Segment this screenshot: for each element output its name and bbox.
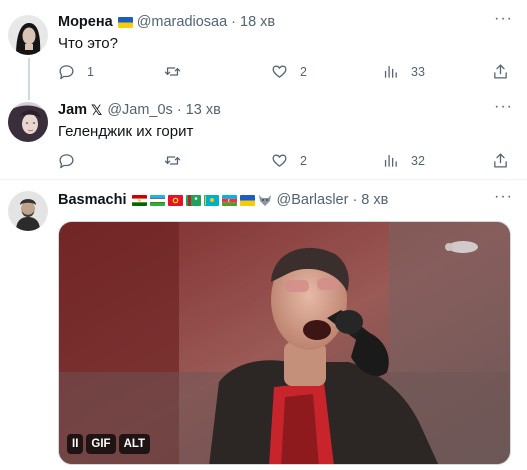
gif-frame-image — [59, 222, 510, 464]
views-button[interactable]: 32 — [382, 152, 425, 169]
more-options-icon[interactable]: ··· — [494, 188, 513, 206]
avatar-image — [8, 15, 48, 55]
tweet-text: Что это? — [58, 35, 118, 52]
author-name[interactable]: Морена — [58, 14, 113, 30]
reply-icon — [59, 65, 74, 80]
gif-media[interactable]: II GIF ALT — [58, 221, 511, 465]
author-handle[interactable]: @Jam_0s — [107, 102, 173, 118]
author-handle[interactable]: @maradiosaa — [137, 14, 227, 30]
views-icon — [384, 65, 397, 78]
share-button[interactable] — [492, 63, 509, 80]
pause-button[interactable]: II — [67, 434, 84, 454]
like-count: 2 — [300, 64, 307, 79]
share-icon — [494, 64, 507, 79]
view-count: 33 — [411, 64, 425, 79]
more-options-icon[interactable]: ··· — [494, 10, 513, 28]
media-badges: II GIF ALT — [67, 434, 151, 454]
like-count: 2 — [300, 153, 307, 168]
ukraine-flag-icon — [239, 194, 255, 206]
tweet-header: Jam 𝕏 @Jam_0s · 13 хв — [58, 100, 221, 120]
kazakhstan-flag-icon — [203, 194, 219, 206]
kyrgyzstan-flag-icon — [167, 194, 183, 206]
gif-badge: GIF — [86, 434, 116, 454]
separator-dot: · — [231, 14, 237, 30]
tweet-header: Basmachi @Barlasler · 8 хв — [58, 190, 388, 210]
timestamp[interactable]: 18 хв — [240, 14, 275, 30]
x-logo-icon: 𝕏 — [91, 101, 103, 118]
tweet-header: Морена @maradiosaa · 18 хв — [58, 12, 275, 32]
retweet-button[interactable] — [164, 152, 193, 169]
thread-line — [28, 92, 30, 100]
author-name[interactable]: Jam — [58, 102, 87, 118]
action-bar: 1 2 33 — [58, 63, 510, 83]
ukraine-flag-icon — [117, 16, 133, 28]
tweet-text: Геленджик их горит — [58, 123, 194, 140]
turkmenistan-flag-icon — [185, 194, 201, 206]
author-handle[interactable]: @Barlasler — [277, 192, 349, 208]
timestamp[interactable]: 8 хв — [361, 192, 388, 208]
share-button[interactable] — [492, 152, 509, 169]
separator-dot: · — [352, 192, 358, 208]
tweet-jam[interactable]: Jam 𝕏 @Jam_0s · 13 хв ··· Геленджик их г… — [0, 92, 527, 182]
reply-button[interactable]: 1 — [58, 63, 94, 80]
view-count: 32 — [411, 153, 425, 168]
thread-line — [28, 58, 30, 92]
views-icon — [384, 154, 397, 167]
tajikistan-flag-icon — [131, 194, 147, 206]
reply-icon — [59, 154, 74, 169]
avatar[interactable] — [8, 102, 48, 142]
share-icon — [494, 153, 507, 168]
separator-dot: · — [176, 102, 182, 118]
like-button[interactable]: 2 — [271, 152, 307, 169]
alt-text-button[interactable]: ALT — [118, 434, 151, 454]
uzbekistan-flag-icon — [149, 194, 165, 206]
reply-count: 1 — [87, 64, 94, 79]
heart-icon — [272, 154, 287, 167]
avatar-image — [8, 191, 48, 231]
tweet-moreno[interactable]: Морена @maradiosaa · 18 хв ··· Что это? … — [0, 0, 527, 92]
action-bar: 2 32 — [58, 152, 510, 172]
avatar[interactable] — [8, 15, 48, 55]
reply-button[interactable] — [58, 152, 87, 169]
avatar-image — [8, 102, 48, 142]
heart-icon — [272, 65, 287, 78]
author-name[interactable]: Basmachi — [58, 192, 127, 208]
more-options-icon[interactable]: ··· — [494, 98, 513, 116]
retweet-icon — [164, 156, 181, 165]
azerbaijan-flag-icon — [221, 194, 237, 206]
retweet-icon — [164, 67, 181, 76]
wolf-icon — [258, 194, 271, 206]
avatar[interactable] — [8, 191, 48, 231]
retweet-button[interactable] — [164, 63, 193, 80]
timestamp[interactable]: 13 хв — [186, 102, 221, 118]
views-button[interactable]: 33 — [382, 63, 425, 80]
like-button[interactable]: 2 — [271, 63, 307, 80]
